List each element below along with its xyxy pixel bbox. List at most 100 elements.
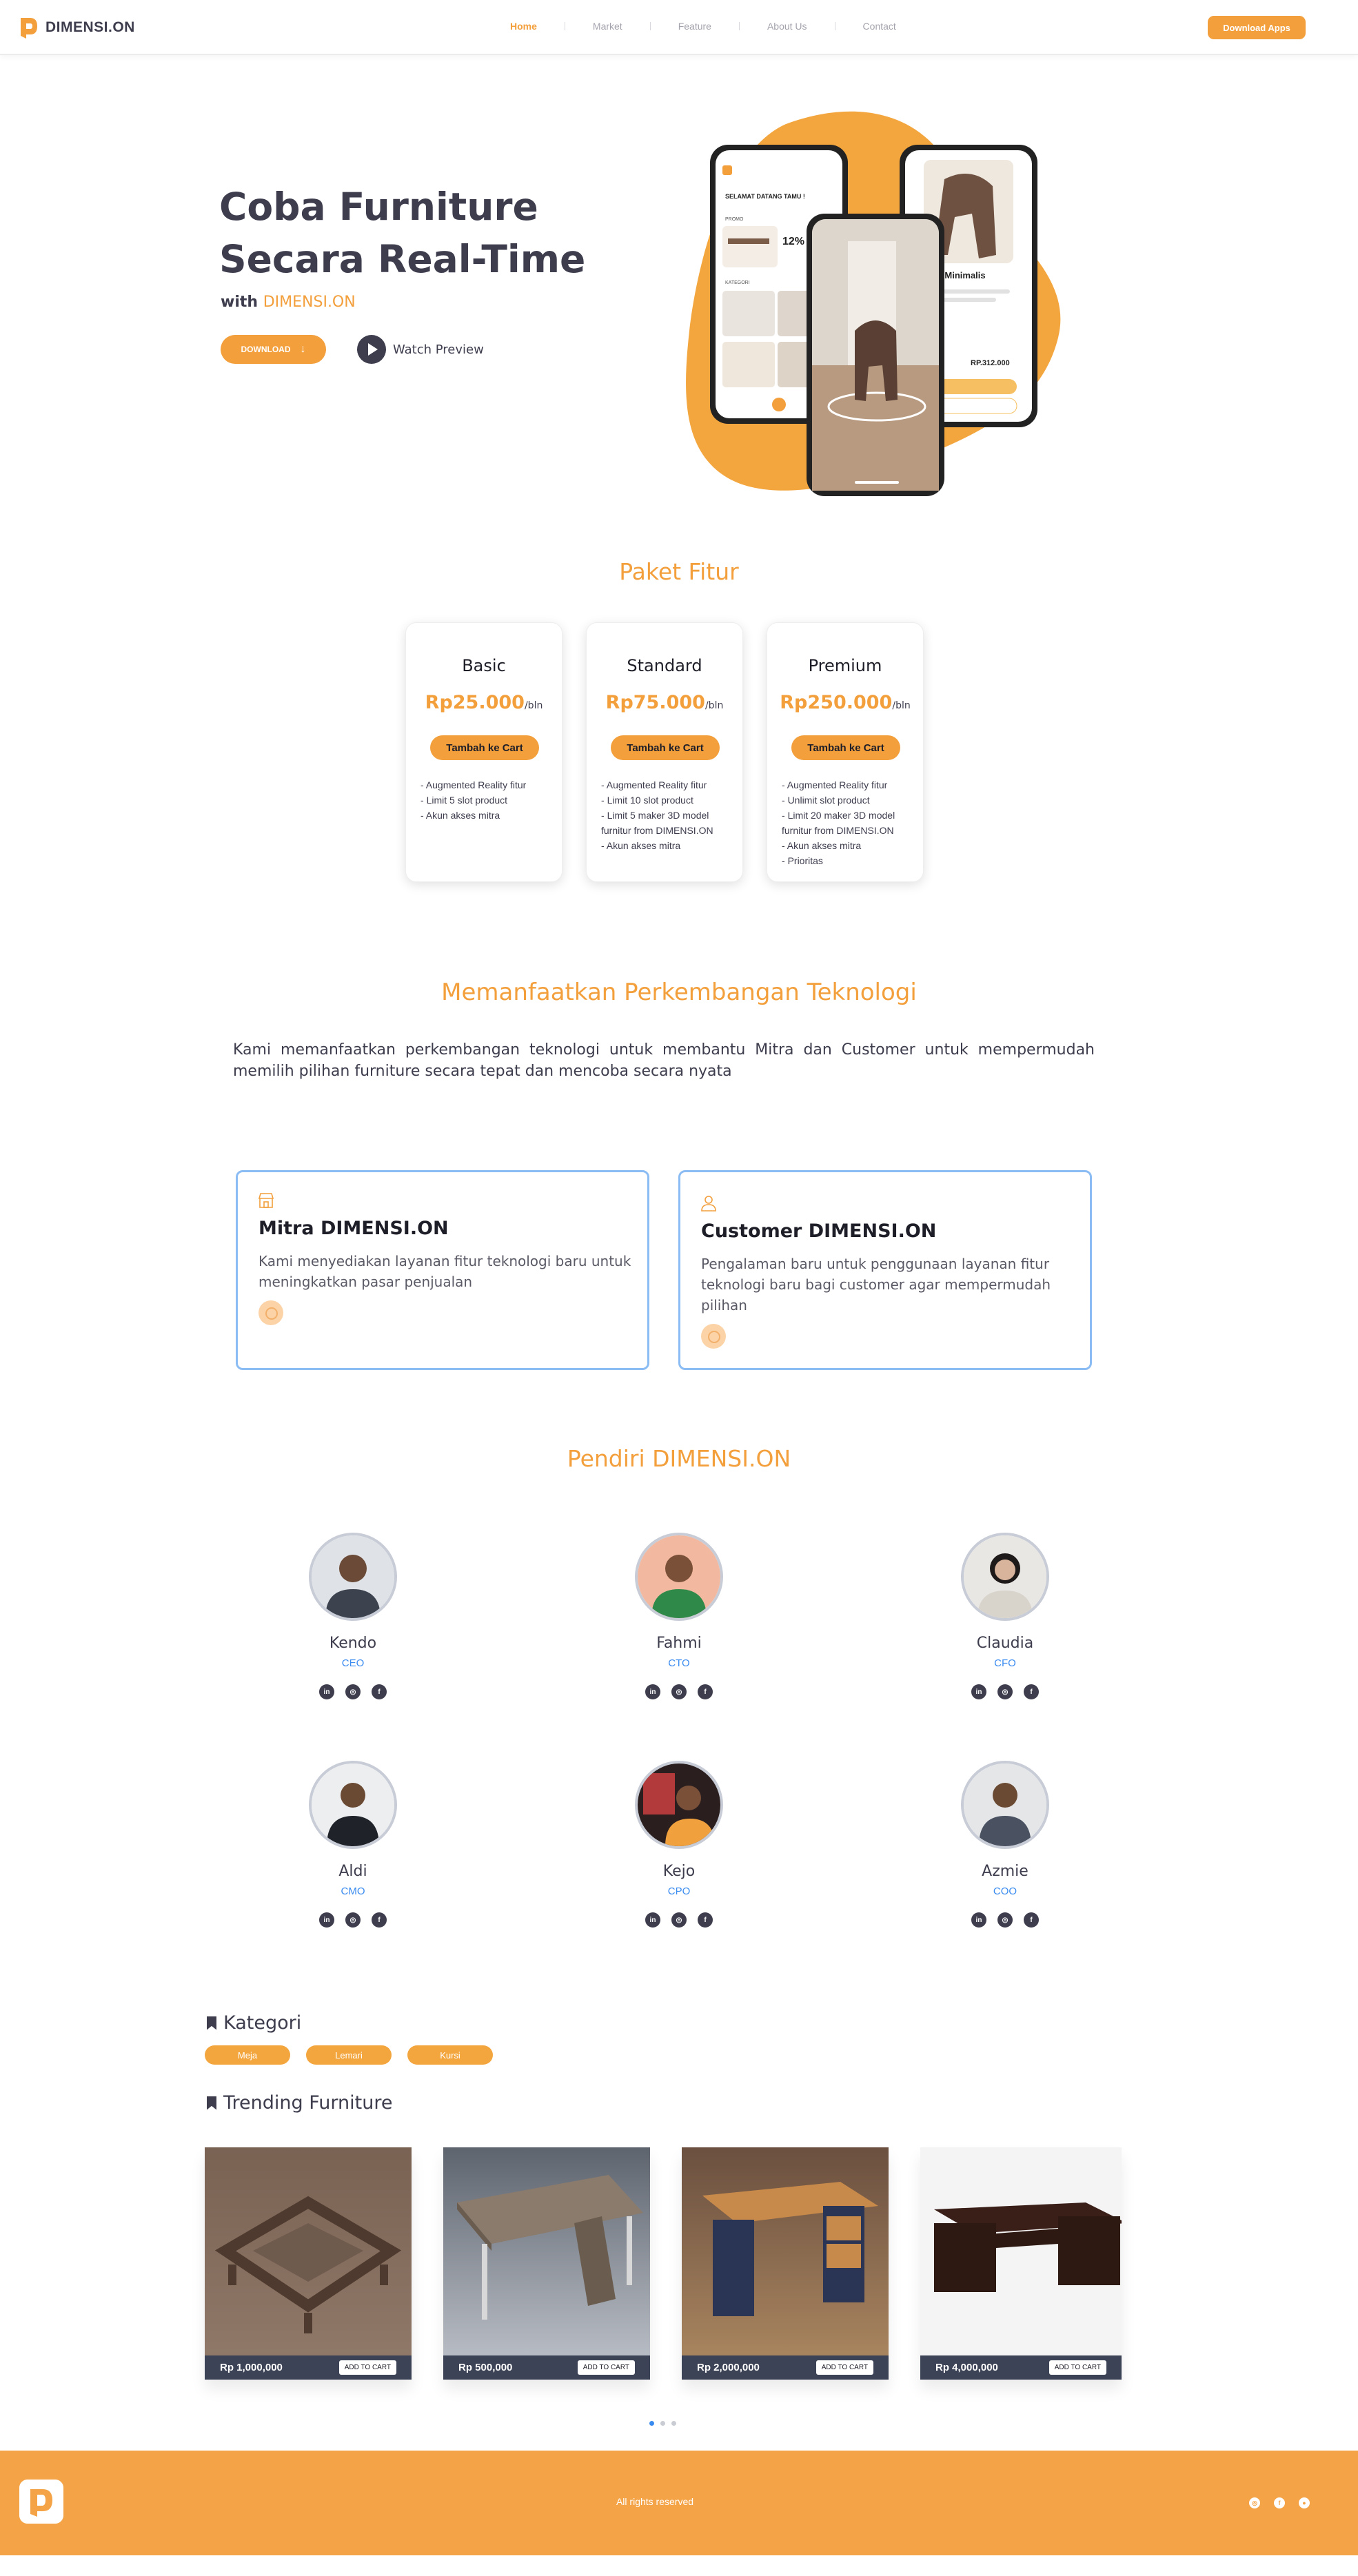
plan-price-period: /bln bbox=[892, 700, 911, 711]
footer: All rights reserved ◎ f ● bbox=[0, 2451, 1358, 2555]
plan-feature: Limit 10 slot product bbox=[601, 793, 739, 808]
facebook-icon[interactable]: f bbox=[372, 1684, 387, 1699]
kategori-heading: Kategori bbox=[207, 2012, 301, 2034]
carousel-dot[interactable] bbox=[660, 2421, 665, 2426]
avatar bbox=[309, 1533, 397, 1621]
team-title: Pendiri DIMENSI.ON bbox=[567, 1445, 791, 1472]
linkedin-icon[interactable]: in bbox=[319, 1912, 334, 1928]
product-card[interactable]: Rp 2,000,000 ADD TO CART bbox=[682, 2147, 889, 2380]
linkedin-icon[interactable]: in bbox=[971, 1684, 986, 1699]
mitra-card-action-button[interactable] bbox=[259, 1300, 283, 1325]
tech-description: Kami memanfaatkan perkembangan teknologi… bbox=[233, 1041, 1095, 1080]
plan-feature: Akun akses mitra bbox=[420, 808, 558, 823]
category-list: Meja Lemari Kursi bbox=[205, 2045, 493, 2065]
bookmark-icon bbox=[207, 2016, 216, 2030]
carousel-dot[interactable] bbox=[649, 2421, 654, 2426]
bookmark-icon bbox=[207, 2096, 216, 2110]
brand-logo[interactable]: DIMENSI.ON bbox=[19, 15, 135, 40]
linkedin-icon[interactable]: in bbox=[971, 1912, 986, 1928]
member-name: Kendo bbox=[329, 1635, 377, 1652]
member-name: Aldi bbox=[338, 1863, 367, 1880]
facebook-icon[interactable]: f bbox=[698, 1912, 713, 1928]
phone-promo-text: PROMO bbox=[725, 217, 744, 222]
avatar bbox=[635, 1761, 723, 1849]
category-kursi[interactable]: Kursi bbox=[407, 2045, 493, 2065]
carousel-dot[interactable] bbox=[671, 2421, 676, 2426]
plan-feature: Akun akses mitra bbox=[601, 838, 739, 853]
download-apps-button[interactable]: Download Apps bbox=[1208, 16, 1306, 39]
customer-card-action-button[interactable] bbox=[701, 1324, 726, 1349]
add-to-cart-button[interactable]: ADD TO CART bbox=[577, 2360, 635, 2375]
avatar bbox=[309, 1761, 397, 1849]
brand-name: DIMENSI.ON bbox=[45, 19, 135, 35]
trending-heading: Trending Furniture bbox=[207, 2092, 392, 2114]
add-to-cart-button[interactable]: ADD TO CART bbox=[1048, 2360, 1106, 2375]
product-card[interactable]: Rp 1,000,000 ADD TO CART bbox=[205, 2147, 412, 2380]
nav-about-us[interactable]: About Us bbox=[767, 21, 807, 32]
add-to-cart-button[interactable]: ADD TO CART bbox=[815, 2360, 873, 2375]
instagram-icon[interactable]: ◎ bbox=[997, 1912, 1013, 1928]
facebook-icon[interactable]: f bbox=[1274, 2497, 1285, 2508]
copyright-text: All rights reserved bbox=[616, 2496, 694, 2507]
executive-desk-image bbox=[920, 2147, 1122, 2355]
phone-welcome-text: SELAMAT DATANG TAMU ! bbox=[725, 193, 805, 200]
instagram-icon[interactable]: ◎ bbox=[345, 1912, 361, 1928]
linkedin-icon[interactable]: in bbox=[645, 1912, 660, 1928]
main-menu: Home Market Feature About Us Contact bbox=[510, 21, 896, 32]
coffee-table-image bbox=[205, 2147, 412, 2355]
facebook-icon[interactable]: f bbox=[698, 1684, 713, 1699]
watch-preview-label: Watch Preview bbox=[393, 342, 484, 357]
hero-download-button[interactable]: DOWNLOAD ↓ bbox=[221, 335, 326, 364]
plan-feature: Akun akses mitra bbox=[782, 838, 920, 853]
add-to-cart-button[interactable]: Tambah ke Cart bbox=[611, 735, 720, 760]
member-socials: in ◎ f bbox=[936, 1684, 1074, 1699]
product-bar: Rp 500,000 ADD TO CART bbox=[443, 2355, 650, 2380]
watch-preview-button[interactable]: Watch Preview bbox=[357, 335, 484, 364]
facebook-icon[interactable]: f bbox=[1024, 1912, 1039, 1928]
user-icon bbox=[701, 1196, 716, 1212]
product-card[interactable]: Rp 500,000 ADD TO CART bbox=[443, 2147, 650, 2380]
team-member-claudia: Claudia CFO in ◎ f bbox=[936, 1533, 1074, 1699]
add-to-cart-button[interactable]: Tambah ke Cart bbox=[430, 735, 539, 760]
phone-center bbox=[807, 214, 944, 496]
category-meja[interactable]: Meja bbox=[205, 2045, 290, 2065]
nav-feature[interactable]: Feature bbox=[678, 21, 711, 32]
nav-market[interactable]: Market bbox=[593, 21, 622, 32]
team-member-aldi: Aldi CMO in ◎ f bbox=[284, 1761, 422, 1928]
product-bar: Rp 2,000,000 ADD TO CART bbox=[682, 2355, 889, 2380]
product-bar: Rp 4,000,000 ADD TO CART bbox=[920, 2355, 1122, 2380]
hero-title-line-1: Coba Furniture bbox=[219, 185, 538, 229]
product-price: Rp 2,000,000 bbox=[697, 2362, 760, 2373]
office-desk-image bbox=[682, 2147, 889, 2355]
github-icon[interactable]: ● bbox=[1299, 2497, 1310, 2508]
store-icon bbox=[258, 1193, 274, 1208]
linkedin-icon[interactable]: in bbox=[319, 1684, 334, 1699]
instagram-icon[interactable]: ◎ bbox=[1249, 2497, 1260, 2508]
member-role: CPO bbox=[667, 1885, 691, 1897]
plan-price: Rp25.000/bln bbox=[406, 692, 562, 713]
team-member-fahmi: Fahmi CTO in ◎ f bbox=[610, 1533, 748, 1699]
add-to-cart-button[interactable]: ADD TO CART bbox=[338, 2360, 396, 2375]
team-member-kendo: Kendo CEO in ◎ f bbox=[284, 1533, 422, 1699]
linkedin-icon[interactable]: in bbox=[645, 1684, 660, 1699]
footer-socials: ◎ f ● bbox=[1249, 2497, 1310, 2508]
product-price: Rp 4,000,000 bbox=[935, 2362, 998, 2373]
nav-home[interactable]: Home bbox=[510, 21, 537, 32]
facebook-icon[interactable]: f bbox=[372, 1912, 387, 1928]
instagram-icon[interactable]: ◎ bbox=[671, 1684, 687, 1699]
facebook-icon[interactable]: f bbox=[1024, 1684, 1039, 1699]
add-to-cart-button[interactable]: Tambah ke Cart bbox=[791, 735, 900, 760]
category-lemari[interactable]: Lemari bbox=[306, 2045, 392, 2065]
instagram-icon[interactable]: ◎ bbox=[671, 1912, 687, 1928]
product-price: Rp 500,000 bbox=[458, 2362, 513, 2373]
mitra-card: Mitra DIMENSI.ON Kami menyediakan layana… bbox=[236, 1170, 649, 1370]
product-card[interactable]: Rp 4,000,000 ADD TO CART bbox=[920, 2147, 1122, 2380]
instagram-icon[interactable]: ◎ bbox=[997, 1684, 1013, 1699]
plan-price-amount: Rp25.000 bbox=[425, 692, 525, 713]
kategori-title: Kategori bbox=[223, 2012, 302, 2034]
instagram-icon[interactable]: ◎ bbox=[345, 1684, 361, 1699]
nav-contact[interactable]: Contact bbox=[863, 21, 896, 32]
member-socials: in ◎ f bbox=[610, 1684, 748, 1699]
plan-name: Premium bbox=[808, 656, 882, 675]
hero-subtitle-prefix: with bbox=[221, 294, 259, 311]
